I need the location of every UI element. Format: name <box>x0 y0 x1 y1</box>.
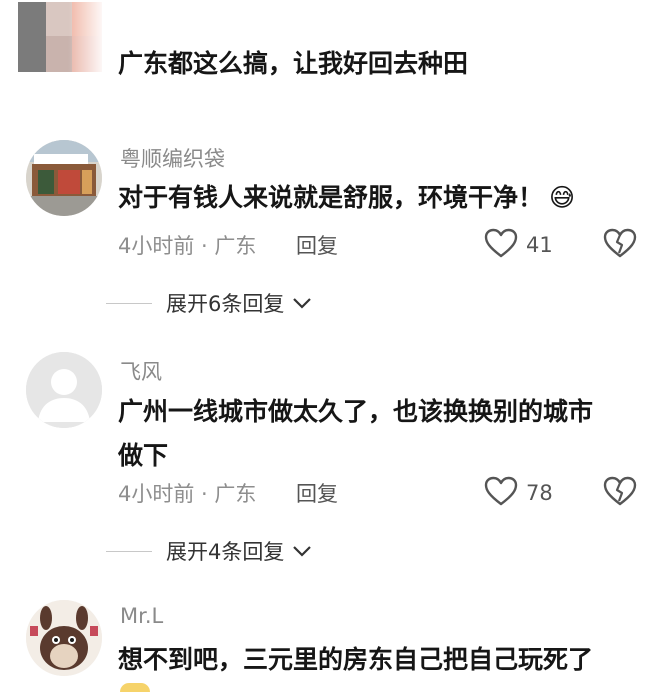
chevron-down-icon <box>292 544 312 558</box>
expand-replies-button[interactable]: 展开4条回复 <box>106 536 312 566</box>
reply-button[interactable]: 回复 <box>296 230 338 260</box>
like-button[interactable]: 78 <box>484 473 553 513</box>
avatar[interactable] <box>26 352 102 428</box>
dislike-button[interactable] <box>603 225 637 265</box>
broken-heart-icon <box>603 228 637 262</box>
chevron-down-icon <box>292 296 312 310</box>
expand-replies-button[interactable]: 展开6条回复 <box>106 288 312 318</box>
emoji-partial <box>120 683 150 692</box>
comment-text-body: 对于有钱人来说就是舒服，环境干净！ <box>118 183 544 212</box>
heart-icon <box>484 228 518 262</box>
like-count: 41 <box>526 233 553 257</box>
comment-text-line: 做下 <box>118 441 169 470</box>
comment-text: 想不到吧，三元里的房东自己把自己玩死了 <box>118 645 594 674</box>
avatar[interactable] <box>26 600 102 676</box>
divider-line <box>106 550 152 552</box>
dislike-button[interactable] <box>603 473 637 513</box>
username[interactable]: 飞风 <box>120 356 162 386</box>
like-button[interactable]: 41 <box>484 225 553 265</box>
comment-text-line: 广州一线城市做太久了，也该换换别的城市 <box>118 397 594 426</box>
like-count: 78 <box>526 481 553 505</box>
timestamp-location: 4小时前 · 广东 <box>118 482 257 506</box>
comment-text: 对于有钱人来说就是舒服，环境干净！ 😅 <box>118 176 648 220</box>
sweat-smile-emoji: 😅 <box>549 183 576 212</box>
username[interactable]: 粤顺编织袋 <box>120 143 225 173</box>
expand-replies-label: 展开4条回复 <box>166 540 285 564</box>
timestamp-location: 4小时前 · 广东 <box>118 234 257 258</box>
comment-meta: 4小时前 · 广东 回复 <box>118 225 648 265</box>
comment-text: 广州一线城市做太久了，也该换换别的城市 做下 <box>118 390 648 478</box>
username[interactable]: Mr.L <box>120 604 163 628</box>
broken-heart-icon <box>603 476 637 510</box>
divider-line <box>106 302 152 304</box>
avatar[interactable] <box>26 140 102 216</box>
expand-replies-label: 展开6条回复 <box>166 292 285 316</box>
comment-text: 广东都这么搞，让我好回去种田 <box>118 49 469 78</box>
reply-button[interactable]: 回复 <box>296 478 338 508</box>
comment-meta: 4小时前 · 广东 回复 <box>118 473 648 513</box>
heart-icon <box>484 476 518 510</box>
avatar[interactable] <box>18 2 102 72</box>
